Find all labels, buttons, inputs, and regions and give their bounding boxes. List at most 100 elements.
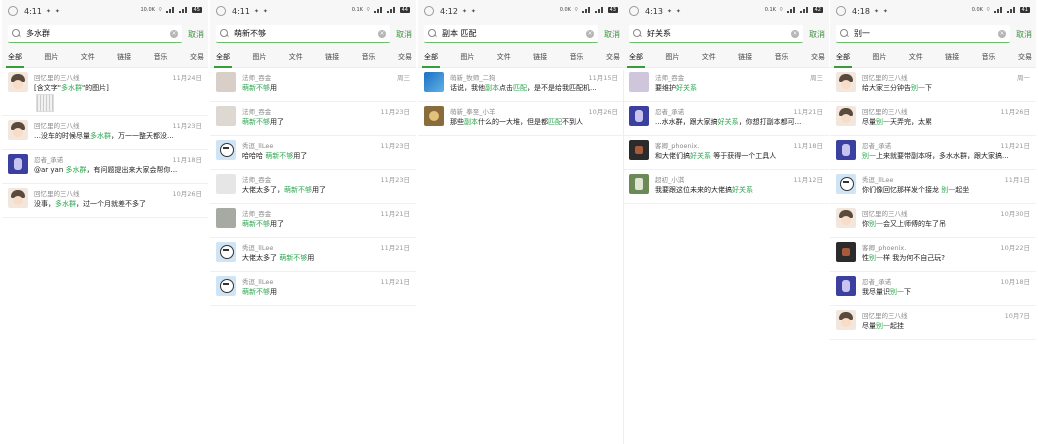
- search-icon: [428, 28, 438, 39]
- search-query[interactable]: 别一: [854, 28, 998, 39]
- message-snippet: …没车的时候尽量多水群，万一一整天都没...: [34, 131, 200, 141]
- cancel-button[interactable]: 取消: [188, 29, 204, 40]
- search-query[interactable]: 多水群: [26, 28, 170, 39]
- tab-3[interactable]: 链接: [533, 46, 547, 68]
- search-query[interactable]: 好关系: [647, 28, 791, 39]
- tab-4[interactable]: 音乐: [570, 46, 584, 68]
- tab-4[interactable]: 音乐: [982, 46, 996, 68]
- tab-1[interactable]: 图片: [252, 46, 266, 68]
- tab-4[interactable]: 音乐: [154, 46, 168, 68]
- list-item[interactable]: 回忆里的三八线 11月26日 尽量别一天弄完，太累: [830, 102, 1036, 136]
- list-item[interactable]: 法师_吞金 11月21日 萌新不够用了: [210, 204, 416, 238]
- list-item[interactable]: 忍者_承诺 11月21日 ...水水群，跟大家搞好关系，你想打副本都可...: [623, 102, 829, 136]
- list-item[interactable]: 秀逗_llLee 11月21日 大佬太多了 萌新不够用: [210, 238, 416, 272]
- clear-icon[interactable]: ×: [170, 29, 178, 38]
- status-circle-icon: [629, 6, 639, 16]
- cancel-button[interactable]: 取消: [809, 29, 825, 40]
- tab-4[interactable]: 音乐: [775, 46, 789, 68]
- avatar: [8, 188, 28, 208]
- sender-name: 忍者_承诺: [862, 278, 892, 286]
- snippet-text: ，是不是给我匹配机...: [527, 84, 597, 92]
- status-time: 4:18: [852, 6, 870, 16]
- tab-0[interactable]: 全部: [834, 46, 852, 68]
- clear-icon[interactable]: ×: [378, 29, 386, 38]
- tab-5[interactable]: 交易: [1018, 46, 1032, 68]
- list-item[interactable]: 法师_吞金 11月23日 大佬太多了，萌新不够用了: [210, 170, 416, 204]
- avatar: [836, 72, 856, 92]
- tab-0[interactable]: 全部: [627, 46, 645, 68]
- list-item[interactable]: 法师_吞金 11月23日 萌新不够用了: [210, 102, 416, 136]
- cancel-button[interactable]: 取消: [1016, 29, 1032, 40]
- search-input[interactable]: 萌新不够 ×: [216, 25, 390, 43]
- tab-1[interactable]: 图片: [460, 46, 474, 68]
- tab-5[interactable]: 交易: [811, 46, 825, 68]
- list-item[interactable]: 回忆里的三八线 11月23日 …没车的时候尽量多水群，万一一整天都没...: [2, 116, 208, 150]
- snippet-text: 你: [862, 220, 869, 228]
- search-query[interactable]: 副本 匹配: [442, 28, 586, 39]
- search-input[interactable]: 副本 匹配 ×: [424, 25, 598, 43]
- snippet-text: 给大家三分钟告: [862, 84, 911, 92]
- list-item[interactable]: 萌新_牧师_二狗 11月15日 话说，我他副本点击匹配，是不是给我匹配机...: [418, 68, 624, 102]
- search-icon: [840, 28, 850, 39]
- clear-icon[interactable]: ×: [791, 29, 799, 38]
- list-item[interactable]: 客卿_phoenix. 11月18日 和大佬们搞好关系 等于获得一个工具人: [623, 136, 829, 170]
- search-input[interactable]: 别一 ×: [836, 25, 1010, 43]
- list-item[interactable]: 忍者_承诺 10月18日 我尽量识别一下: [830, 272, 1036, 306]
- tab-1[interactable]: 图片: [44, 46, 58, 68]
- cancel-button[interactable]: 取消: [604, 29, 620, 40]
- tab-3[interactable]: 链接: [117, 46, 131, 68]
- message-snippet: 要维护好关系: [655, 83, 821, 93]
- clear-icon[interactable]: ×: [586, 29, 594, 38]
- message-date: 11月18日: [793, 142, 823, 150]
- tab-2[interactable]: 文件: [909, 46, 923, 68]
- list-item[interactable]: 忍者_承诺 11月18日 @ar yan 多水群，有问题提出来大家会帮你...: [2, 150, 208, 184]
- tab-1[interactable]: 图片: [665, 46, 679, 68]
- snippet-text: 大佬太多了，: [242, 186, 284, 194]
- list-item[interactable]: 法师_吞金 周三 萌新不够用: [210, 68, 416, 102]
- list-item[interactable]: 回忆里的三八线 10月7日 尽量别一起挂: [830, 306, 1036, 340]
- tab-3[interactable]: 链接: [945, 46, 959, 68]
- keyword-highlight: 好关系: [676, 84, 697, 92]
- tab-0[interactable]: 全部: [214, 46, 232, 68]
- clear-icon[interactable]: ×: [998, 29, 1006, 38]
- tab-2[interactable]: 文件: [81, 46, 95, 68]
- tab-0[interactable]: 全部: [6, 46, 24, 68]
- list-item[interactable]: 客卿_phoenix. 10月22日 性别一样 我为何不自己玩?: [830, 238, 1036, 272]
- list-item[interactable]: 秀逗_llLee 11月1日 你们像回忆那样发个接龙 别一起坐: [830, 170, 1036, 204]
- tab-2[interactable]: 文件: [289, 46, 303, 68]
- cancel-button[interactable]: 取消: [396, 29, 412, 40]
- list-item[interactable]: 忍者_承诺 11月21日 别一上来就要带副本呀，多水水群，跟大家搞...: [830, 136, 1036, 170]
- tab-1[interactable]: 图片: [872, 46, 886, 68]
- list-item[interactable]: 萌新_拳至_小羊 10月26日 那些副本什么的一大堆，但是都匹配不到人: [418, 102, 624, 136]
- tab-2[interactable]: 文件: [702, 46, 716, 68]
- tab-5[interactable]: 交易: [606, 46, 620, 68]
- search-query[interactable]: 萌新不够: [234, 28, 378, 39]
- battery-icon: 44: [399, 6, 410, 13]
- keyword-highlight: 别一: [890, 288, 904, 296]
- list-item[interactable]: 回忆里的三八线 周一 给大家三分钟告别一下: [830, 68, 1036, 102]
- message-date: 11月21日: [380, 244, 410, 252]
- screen-2: 4:11 ✦ ✦ 0.1K ⌔ 44 萌新不够 × 取消 全部 图片 文件 链接 音乐 交易 法师_吞金 周三…: [210, 0, 416, 444]
- search-input[interactable]: 好关系 ×: [629, 25, 803, 43]
- tab-3[interactable]: 链接: [738, 46, 752, 68]
- keyword-highlight: 别一: [876, 322, 890, 330]
- tab-3[interactable]: 链接: [325, 46, 339, 68]
- image-thumbnail[interactable]: [36, 94, 54, 112]
- list-item[interactable]: 回忆里的三八线 11月24日 [含文字"多水群"的图片]: [2, 68, 208, 116]
- tab-5[interactable]: 交易: [398, 46, 412, 68]
- list-item[interactable]: 回忆里的三八线 10月26日 没事，多水群，过一个月就差不多了: [2, 184, 208, 218]
- list-item[interactable]: 秀逗_llLee 11月21日 萌新不够用: [210, 272, 416, 306]
- tab-5[interactable]: 交易: [190, 46, 204, 68]
- tab-0[interactable]: 全部: [422, 46, 440, 68]
- list-item[interactable]: 超初_小淇 11月12日 我要跟这位未来的大佬搞好关系: [623, 170, 829, 204]
- message-snippet: 给大家三分钟告别一下: [862, 83, 1028, 93]
- tab-4[interactable]: 音乐: [362, 46, 376, 68]
- status-time: 4:13: [645, 6, 663, 16]
- signal-icon: [386, 6, 397, 13]
- list-item[interactable]: 秀逗_llLee 11月23日 哈哈哈 萌新不够用了: [210, 136, 416, 170]
- list-item[interactable]: 法师_吞金 周三 要维护好关系: [623, 68, 829, 102]
- list-item[interactable]: 回忆里的三八线 10月30日 你别一会又上师傅的车了吊: [830, 204, 1036, 238]
- tab-2[interactable]: 文件: [497, 46, 511, 68]
- result-list: 法师_吞金 周三 萌新不够用 法师_吞金 11月23日 萌新不够用了 秀逗_llLee 11月…: [210, 68, 416, 306]
- search-input[interactable]: 多水群 ×: [8, 25, 182, 43]
